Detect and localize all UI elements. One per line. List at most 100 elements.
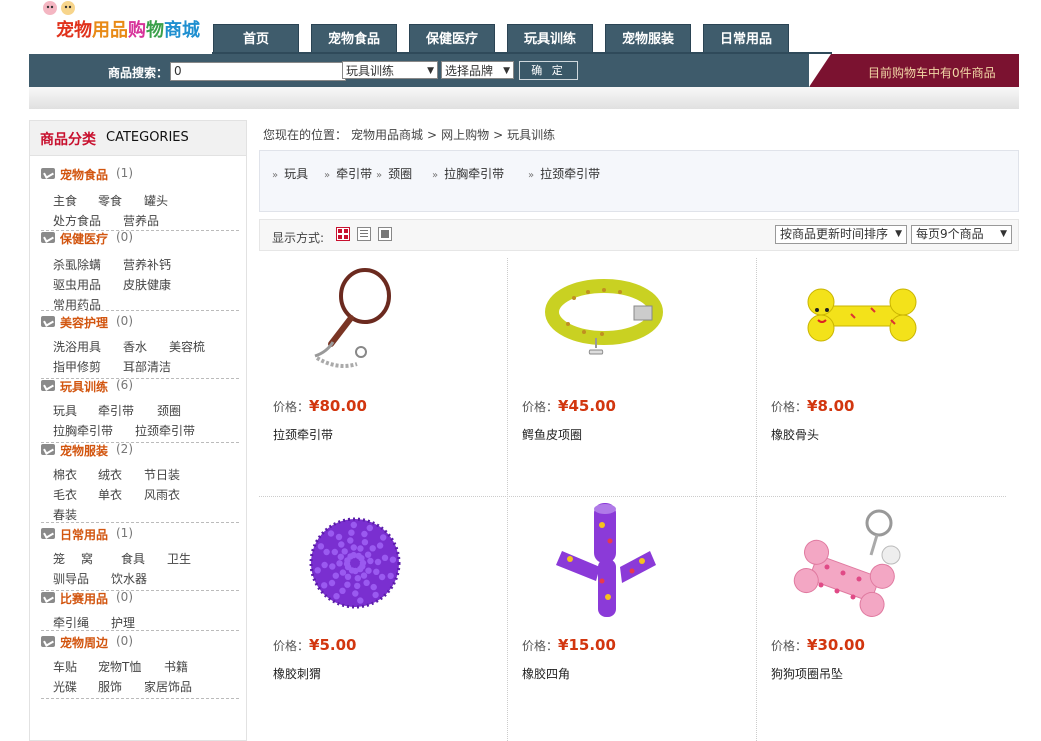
- subcategory-link[interactable]: 处方食品: [53, 212, 101, 229]
- view-toolbar: 显示方式: 按商品更新时间排序 ▼ 每页9个商品 ▼: [259, 219, 1019, 251]
- subcategory-link[interactable]: 主食: [53, 192, 77, 209]
- nav-tab-5[interactable]: 日常用品: [703, 24, 789, 54]
- product-price: 价格：¥80.00: [273, 397, 367, 415]
- subcategory-link[interactable]: 车贴: [53, 658, 77, 675]
- chevron-down-icon: ▼: [503, 66, 510, 76]
- subcategory-link[interactable]: 卫生: [167, 550, 191, 567]
- collar-image[interactable]: [522, 262, 682, 382]
- rubber-cross-image[interactable]: [522, 501, 682, 621]
- category-divider: [41, 522, 239, 523]
- category-divider: [41, 310, 239, 311]
- category-count: (1): [116, 526, 133, 540]
- category-select-value: 玩具训练: [346, 64, 395, 78]
- price-label: 价格：: [522, 639, 559, 653]
- subcategory-link[interactable]: 光碟: [53, 678, 77, 695]
- subcategory-link[interactable]: 耳部清洁: [123, 358, 171, 375]
- sort-select[interactable]: 按商品更新时间排序 ▼: [775, 225, 907, 244]
- subcategory-link[interactable]: 食具: [121, 550, 145, 567]
- cart-status[interactable]: 目前购物车中有0件商品: [809, 54, 1019, 87]
- subcategory-link[interactable]: 毛衣: [53, 486, 77, 503]
- subcategory-link[interactable]: 洗浴用具: [53, 338, 101, 355]
- subcategory-link[interactable]: 春装: [53, 506, 77, 523]
- breadcrumb-link[interactable]: 宠物用品商城: [351, 128, 423, 142]
- tag-link[interactable]: » 颈圈: [376, 165, 412, 182]
- product-card: 价格：¥45.00 鳄鱼皮项圈: [510, 262, 758, 492]
- subcategory-link[interactable]: 拉胸牵引带: [53, 422, 113, 439]
- subcategory-link[interactable]: 杀虱除螨: [53, 256, 101, 273]
- product-name-link[interactable]: 鳄鱼皮项圈: [522, 426, 582, 443]
- subcategory-link[interactable]: 书籍: [164, 658, 188, 675]
- text-view-icon[interactable]: [378, 227, 392, 241]
- price-value: ¥5.00: [309, 636, 357, 654]
- subcategory-link[interactable]: 单衣: [98, 486, 122, 503]
- product-name-link[interactable]: 狗狗项圈吊坠: [771, 665, 843, 682]
- product-card: 价格：¥5.00 橡胶刺猬: [261, 501, 509, 731]
- breadcrumb-link[interactable]: 玩具训练: [507, 128, 555, 142]
- per-page-select[interactable]: 每页9个商品 ▼: [911, 225, 1012, 244]
- subcategory-link[interactable]: 驱虫用品: [53, 276, 101, 293]
- nav-tab-3[interactable]: 玩具训练: [507, 24, 593, 54]
- subcategory-link[interactable]: 美容梳: [169, 338, 205, 355]
- nav-tab-4[interactable]: 宠物服装: [605, 24, 691, 54]
- category-count: (0): [116, 230, 133, 244]
- subcategory-link[interactable]: 风雨衣: [144, 486, 180, 503]
- subcategory-link[interactable]: 颈圈: [157, 402, 181, 419]
- tag-link[interactable]: » 牵引带: [324, 165, 372, 182]
- list-view-icon[interactable]: [357, 227, 371, 241]
- subcategory-link[interactable]: 牵引绳: [53, 614, 89, 631]
- search-submit-button[interactable]: 确 定: [519, 61, 578, 80]
- subcategory-link[interactable]: 饮水器: [111, 570, 147, 587]
- spiky-ball-image[interactable]: [273, 501, 433, 621]
- product-price: 价格：¥30.00: [771, 636, 865, 654]
- bone-pendant-image[interactable]: [771, 501, 931, 621]
- bone-toy-image[interactable]: [771, 262, 931, 382]
- subcategory-link[interactable]: 香水: [123, 338, 147, 355]
- tag-link[interactable]: » 玩具: [272, 165, 308, 182]
- subcategory-link[interactable]: 牵引带: [98, 402, 134, 419]
- category-select[interactable]: 玩具训练 ▼: [342, 61, 438, 79]
- subcategory-link[interactable]: 家居饰品: [144, 678, 192, 695]
- double-chevron-icon: »: [272, 170, 279, 181]
- product-name-link[interactable]: 橡胶刺猬: [273, 665, 321, 682]
- subcategory-link[interactable]: 笼: [53, 550, 65, 567]
- product-name-link[interactable]: 橡胶四角: [522, 665, 570, 682]
- leash-image[interactable]: [273, 262, 433, 382]
- subcategory-link[interactable]: 营养品: [123, 212, 159, 229]
- nav-tab-2[interactable]: 保健医疗: [409, 24, 495, 54]
- subcategory-link[interactable]: 绒衣: [98, 466, 122, 483]
- site-logo[interactable]: 宠物用品购物商城: [40, 0, 210, 50]
- product-card: 价格：¥30.00 狗狗项圈吊坠: [759, 501, 1007, 731]
- subcategory-link[interactable]: 营养补钙: [123, 256, 171, 273]
- subcategory-link[interactable]: 玩具: [53, 402, 77, 419]
- mascot-icon: [43, 1, 75, 15]
- nav-tab-0[interactable]: 首页: [213, 24, 299, 54]
- subcategory-link[interactable]: 指甲修剪: [53, 358, 101, 375]
- category-name: 比赛用品: [60, 592, 109, 606]
- breadcrumb-separator: >: [493, 128, 504, 142]
- grid-view-icon[interactable]: [336, 227, 350, 241]
- subcategory-link[interactable]: 窝: [81, 550, 93, 567]
- sidebar-title: 商品分类: [40, 132, 96, 148]
- product-card: 价格：¥80.00 拉颈牵引带: [261, 262, 509, 492]
- tag-link[interactable]: » 拉胸牵引带: [432, 165, 504, 182]
- subcategory-link[interactable]: 皮肤健康: [123, 276, 171, 293]
- cart-corner: [809, 54, 831, 87]
- subcategory-link[interactable]: 棉衣: [53, 466, 77, 483]
- subcategory-link[interactable]: 宠物T恤: [98, 658, 141, 675]
- product-name-link[interactable]: 橡胶骨头: [771, 426, 819, 443]
- folder-icon: [41, 380, 55, 391]
- subcategory-link[interactable]: 护理: [111, 614, 135, 631]
- subcategory-link[interactable]: 罐头: [144, 192, 168, 209]
- subcategory-link[interactable]: 拉颈牵引带: [135, 422, 195, 439]
- nav-tab-1[interactable]: 宠物食品: [311, 24, 397, 54]
- brand-select[interactable]: 选择品牌 ▼: [441, 61, 514, 79]
- search-input[interactable]: 0: [170, 62, 346, 81]
- subcategory-link[interactable]: 服饰: [98, 678, 122, 695]
- product-name-link[interactable]: 拉颈牵引带: [273, 426, 333, 443]
- subcategory-link[interactable]: 零食: [98, 192, 122, 209]
- breadcrumb-link[interactable]: 网上购物: [441, 128, 489, 142]
- category-count: (0): [116, 590, 133, 604]
- subcategory-link[interactable]: 驯导品: [53, 570, 89, 587]
- subcategory-link[interactable]: 节日装: [144, 466, 180, 483]
- tag-link[interactable]: » 拉颈牵引带: [528, 165, 600, 182]
